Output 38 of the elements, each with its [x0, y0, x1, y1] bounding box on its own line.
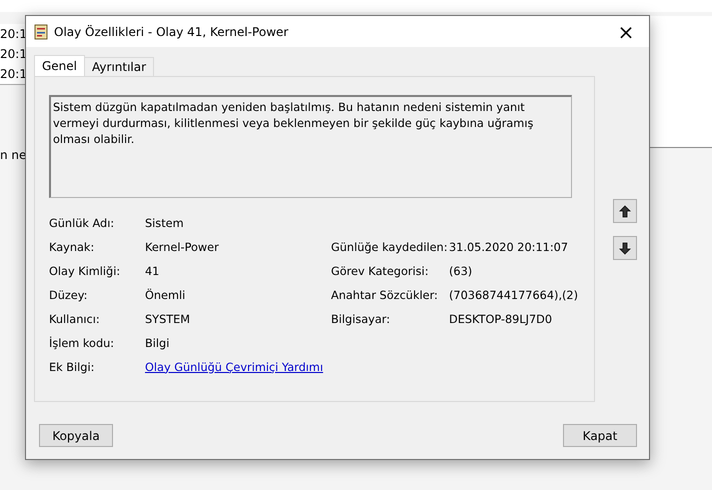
field-value: Önemli	[145, 288, 186, 302]
event-time: 20:1	[0, 66, 28, 83]
field-label: Kaynak:	[49, 240, 96, 254]
help-link[interactable]: Olay Günlüğü Çevrimiçi Yardımı	[145, 360, 331, 374]
field-label: Görev Kategorisi:	[331, 264, 430, 278]
field-value: Kernel-Power	[145, 240, 220, 254]
field-label: Anahtar Sözcükler:	[331, 288, 439, 302]
description-box: Sistem düzgün kapatılmadan yeniden başlatılmış. Bu hatanın nedeni sistemin yanıt vermeyi durdurması, kilitlenmesi veya beklenmeyen bir şekilde güç kaybına uğramış olması olabilir.	[49, 95, 572, 198]
field-label: Düzey:	[49, 288, 88, 302]
field-value: (70368744177664),(2)	[449, 288, 578, 302]
next-button[interactable]	[613, 236, 637, 260]
close-dialog-button[interactable]: Kapat	[563, 424, 637, 447]
field-label: Günlük Adı:	[49, 216, 116, 230]
tab[interactable]: Ayrıntılar	[84, 57, 154, 76]
copy-button[interactable]: Kopyala	[39, 424, 113, 447]
event-time: 20:1	[0, 46, 28, 63]
field-value: SYSTEM	[145, 312, 192, 326]
previous-button[interactable]	[613, 199, 637, 223]
field-label: İşlem kodu:	[49, 336, 116, 350]
field-label: Olay Kimliği:	[49, 264, 122, 278]
window-title: Olay Özellikleri - Olay 41, Kernel-Power	[54, 24, 290, 38]
event-log-icon	[34, 24, 48, 40]
field-value: DESKTOP-89LJ7D0	[449, 312, 554, 326]
field-label: Ek Bilgi:	[49, 360, 96, 374]
field-label: Günlüğe kaydedilen:	[331, 240, 449, 254]
field-label: Bilgisayar:	[331, 312, 392, 326]
field-value: 41	[145, 264, 160, 278]
field-value: (63)	[449, 264, 474, 278]
field-value: 31.05.2020 20:11:07	[449, 240, 570, 254]
field-label: Kullanıcı:	[49, 312, 101, 326]
detail-text: n ne	[0, 148, 26, 162]
field-value: Sistem	[145, 216, 185, 230]
event-time: 20:1	[0, 26, 28, 43]
up-arrow-icon	[619, 204, 631, 218]
field-value: Bilgi	[145, 336, 170, 350]
close-button[interactable]: ×	[611, 18, 641, 46]
down-arrow-icon	[619, 242, 631, 254]
tab[interactable]: Genel	[34, 55, 86, 76]
